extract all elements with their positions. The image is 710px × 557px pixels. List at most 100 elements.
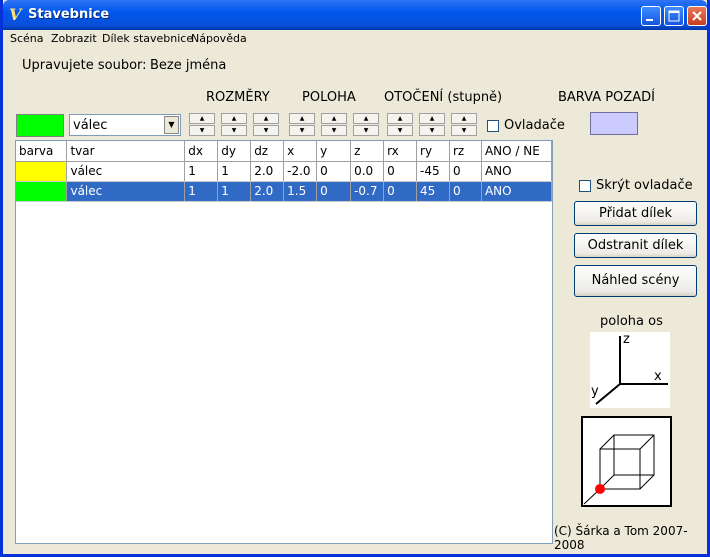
table-cell[interactable]: ANO <box>481 181 552 202</box>
table-cell[interactable]: 0 <box>316 161 352 182</box>
spinner-rz[interactable]: ▲ ▼ <box>451 113 477 137</box>
spinner-z[interactable]: ▲ ▼ <box>353 113 379 137</box>
shape-select[interactable]: válec ▼ <box>69 114 181 136</box>
close-button[interactable] <box>687 6 707 26</box>
table-cell[interactable]: 1 <box>217 161 252 182</box>
ovladace-label: Ovladače <box>504 118 565 133</box>
table-cell[interactable]: -2.0 <box>283 161 318 182</box>
arrow-down-icon[interactable]: ▼ <box>321 125 347 136</box>
column-header[interactable]: rx <box>383 141 418 162</box>
table-cell[interactable]: 0 <box>383 161 418 182</box>
table-cell[interactable]: 0 <box>316 181 352 202</box>
column-header[interactable]: rz <box>449 141 482 162</box>
table-cell[interactable]: 45 <box>416 181 450 202</box>
spinner-dy[interactable]: ▲ ▼ <box>221 113 247 137</box>
arrow-down-icon[interactable]: ▼ <box>387 125 413 136</box>
menu-bar: Scéna Zobrazit Dílek stavebnice Nápověda <box>3 30 707 48</box>
table-cell[interactable]: 1.5 <box>283 181 318 202</box>
table-cell[interactable]: válec <box>66 181 186 202</box>
arrow-up-icon[interactable]: ▲ <box>451 113 477 124</box>
table-cell[interactable]: 0 <box>449 161 482 182</box>
axis-y-label: y <box>591 384 599 399</box>
column-header[interactable]: tvar <box>66 141 186 162</box>
section-otoceni: OTOČENÍ (stupně) <box>384 90 503 105</box>
spinner-y[interactable]: ▲ ▼ <box>321 113 347 137</box>
arrow-up-icon[interactable]: ▲ <box>189 113 215 124</box>
spinner-rx[interactable]: ▲ ▼ <box>387 113 413 137</box>
add-part-button[interactable]: Přidat dílek <box>574 201 697 226</box>
spinner-x[interactable]: ▲ ▼ <box>289 113 315 137</box>
maximize-button[interactable] <box>664 6 684 26</box>
menu-dilek-stavebnice[interactable]: Dílek stavebnice <box>102 32 193 45</box>
arrow-down-icon[interactable]: ▼ <box>451 125 477 136</box>
remove-part-button[interactable]: Odstranit dílek <box>574 233 697 258</box>
table-cell[interactable]: 1 <box>184 161 219 182</box>
column-header[interactable]: ANO / NE <box>481 141 552 162</box>
menu-napoveda[interactable]: Nápověda <box>191 32 247 45</box>
current-color-swatch[interactable] <box>16 114 64 137</box>
arrow-up-icon[interactable]: ▲ <box>221 113 247 124</box>
row-color-swatch[interactable] <box>16 161 68 182</box>
maximize-icon <box>668 10 680 22</box>
table-cell[interactable]: ANO <box>481 161 552 182</box>
copyright-text: (C) Šárka a Tom 2007-2008 <box>554 524 688 552</box>
parts-table[interactable]: barva tvar dx dy dz x y z rx ry rz ANO /… <box>15 140 553 544</box>
axis-x-label: x <box>654 369 662 384</box>
arrow-down-icon[interactable]: ▼ <box>189 125 215 136</box>
column-header[interactable]: dy <box>217 141 252 162</box>
arrow-up-icon[interactable]: ▲ <box>289 113 315 124</box>
main-window: V Stavebnice Scéna Zobrazit Dílek staveb… <box>0 0 710 557</box>
table-row-selected[interactable]: válec 1 1 2.0 1.5 0 -0.7 0 45 0 ANO <box>16 181 552 202</box>
table-cell[interactable]: -45 <box>416 161 450 182</box>
menu-scena[interactable]: Scéna <box>10 32 44 45</box>
section-barva-pozadi: BARVA POZADÍ <box>558 90 655 105</box>
spinner-ry[interactable]: ▲ ▼ <box>419 113 445 137</box>
axes-orientation-diagram: z x y <box>590 332 670 408</box>
table-cell[interactable]: 0 <box>449 181 482 202</box>
column-header[interactable]: z <box>350 141 385 162</box>
chevron-down-icon[interactable]: ▼ <box>164 116 179 134</box>
minimize-button[interactable] <box>641 6 661 26</box>
arrow-up-icon[interactable]: ▲ <box>353 113 379 124</box>
window-title: Stavebnice <box>28 7 110 22</box>
table-cell[interactable]: válec <box>66 161 186 182</box>
spinner-dz[interactable]: ▲ ▼ <box>253 113 279 137</box>
table-cell[interactable]: 2.0 <box>250 161 285 182</box>
table-cell[interactable]: 0.0 <box>350 161 385 182</box>
spinner-dx[interactable]: ▲ ▼ <box>189 113 215 137</box>
background-color-swatch[interactable] <box>590 112 638 135</box>
column-header[interactable]: dz <box>250 141 285 162</box>
ovladace-checkbox[interactable] <box>487 120 499 132</box>
table-cell[interactable]: 1 <box>217 181 252 202</box>
column-header[interactable]: y <box>316 141 352 162</box>
shape-select-value: válec <box>73 118 108 133</box>
arrow-up-icon[interactable]: ▲ <box>387 113 413 124</box>
table-cell[interactable]: 2.0 <box>250 181 285 202</box>
title-bar[interactable]: V Stavebnice <box>3 0 707 30</box>
axes-title: poloha os <box>600 314 663 329</box>
table-cell[interactable]: 1 <box>184 181 219 202</box>
arrow-down-icon[interactable]: ▼ <box>253 125 279 136</box>
arrow-up-icon[interactable]: ▲ <box>321 113 347 124</box>
arrow-up-icon[interactable]: ▲ <box>253 113 279 124</box>
arrow-down-icon[interactable]: ▼ <box>419 125 445 136</box>
arrow-down-icon[interactable]: ▼ <box>221 125 247 136</box>
table-cell[interactable]: 0 <box>383 181 418 202</box>
row-color-swatch[interactable] <box>16 181 68 202</box>
table-row[interactable]: válec 1 1 2.0 -2.0 0 0.0 0 -45 0 ANO <box>16 161 552 182</box>
arrow-up-icon[interactable]: ▲ <box>419 113 445 124</box>
scene-preview-cube[interactable] <box>581 416 672 507</box>
close-icon <box>692 11 702 21</box>
menu-zobrazit[interactable]: Zobrazit <box>51 32 97 45</box>
hide-controls-checkbox[interactable] <box>579 180 591 192</box>
column-header[interactable]: ry <box>416 141 450 162</box>
arrow-down-icon[interactable]: ▼ <box>353 125 379 136</box>
column-header[interactable]: x <box>283 141 318 162</box>
table-cell[interactable]: -0.7 <box>350 181 385 202</box>
column-header[interactable]: dx <box>184 141 219 162</box>
section-poloha: POLOHA <box>302 90 356 105</box>
column-header[interactable]: barva <box>16 141 68 162</box>
file-name: Beze jména <box>150 58 227 73</box>
arrow-down-icon[interactable]: ▼ <box>289 125 315 136</box>
preview-scene-button[interactable]: Náhled scény <box>574 265 697 297</box>
